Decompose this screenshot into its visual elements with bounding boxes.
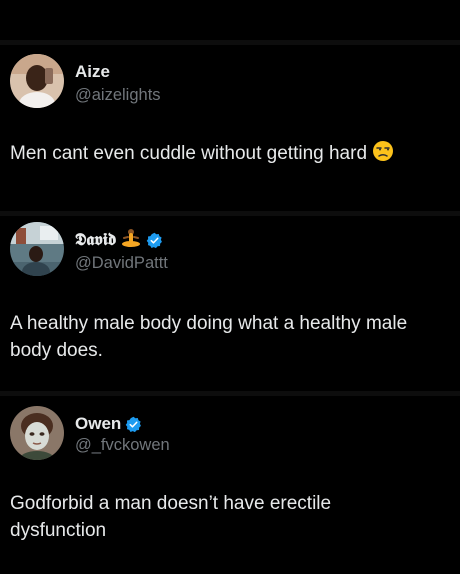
post-text-content: Men cant even cuddle without getting har… bbox=[10, 143, 368, 164]
verified-badge-icon bbox=[125, 416, 142, 433]
avatar[interactable] bbox=[10, 406, 64, 460]
unamused-face-icon bbox=[372, 140, 394, 170]
display-name[interactable]: Owen bbox=[75, 414, 121, 434]
avatar[interactable] bbox=[10, 222, 64, 276]
avatar[interactable] bbox=[10, 54, 64, 108]
avatar-photo-icon bbox=[10, 222, 64, 276]
user-handle[interactable]: @DavidPattt bbox=[75, 254, 168, 273]
user-handle[interactable]: @aizelights bbox=[75, 86, 161, 105]
post-text: Godforbid a man doesn’t have erectile dy… bbox=[10, 493, 332, 541]
post-text: Men cant even cuddle without getting har… bbox=[10, 140, 450, 170]
post-aize[interactable]: Aize @aizelights Men cant even cuddle wi… bbox=[0, 0, 460, 210]
person-in-lotus-position-icon bbox=[120, 228, 142, 253]
post-david[interactable]: 𝕯𝖆𝖛𝖎𝖉 @DavidPattt A healthy male body do… bbox=[0, 212, 460, 392]
user-handle[interactable]: @_fvckowen bbox=[75, 436, 170, 455]
avatar-photo-icon bbox=[10, 406, 64, 460]
post-text: A healthy male body doing what a healthy… bbox=[10, 313, 408, 361]
display-name[interactable]: 𝕯𝖆𝖛𝖎𝖉 bbox=[75, 230, 116, 250]
display-name[interactable]: Aize bbox=[75, 62, 110, 82]
post-owen[interactable]: Owen @_fvckowen Godforbid a man doesn’t … bbox=[0, 392, 460, 574]
verified-badge-icon bbox=[146, 232, 163, 249]
avatar-photo-icon bbox=[10, 54, 64, 108]
